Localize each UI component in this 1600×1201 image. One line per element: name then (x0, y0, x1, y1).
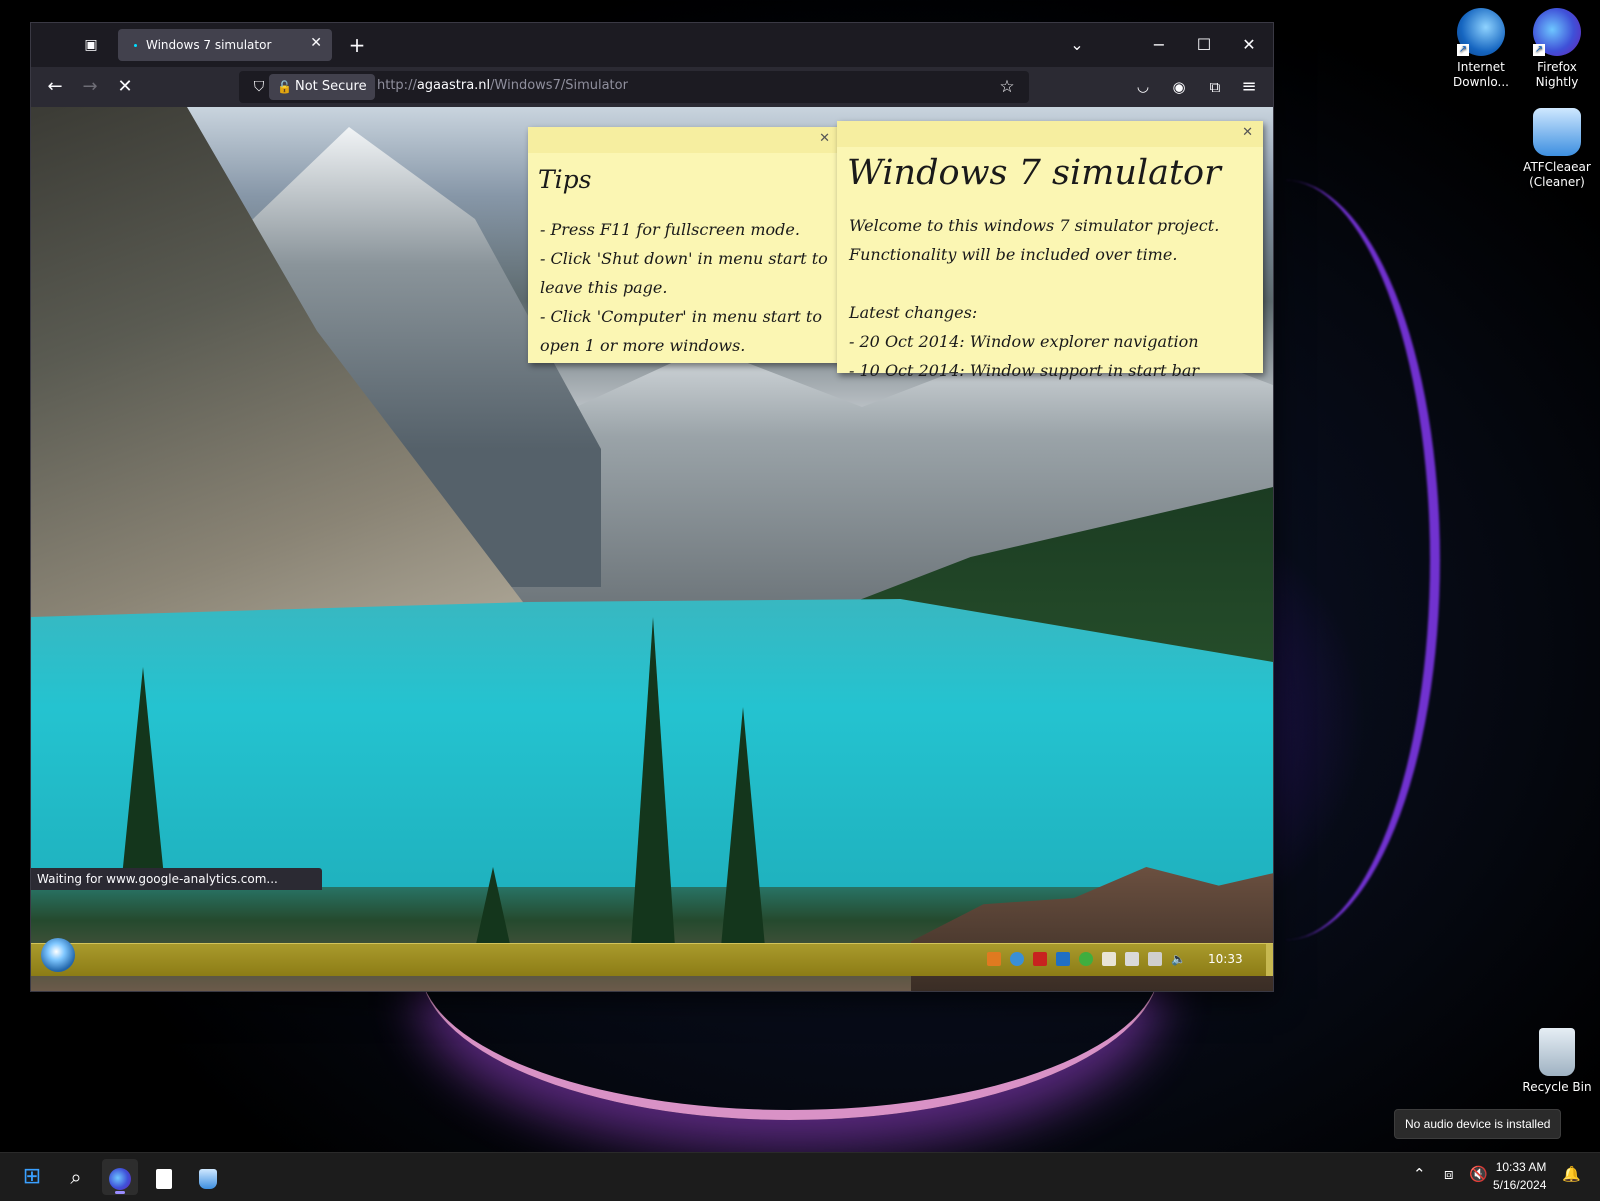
note-title: Windows 7 simulator (847, 153, 1221, 193)
navigation-toolbar: ← → ✕ ⛉ 🔓 Not Secure http://agaastra.nl/… (31, 67, 1273, 107)
desktop-icon-label: Recycle Bin (1522, 1080, 1592, 1094)
not-secure-label: Not Secure (295, 79, 367, 94)
tray-app-icon[interactable] (987, 952, 1001, 966)
win7-start-orb[interactable] (41, 938, 75, 972)
win7-clock[interactable]: 10:33 (1208, 952, 1243, 966)
wallpaper-tree (721, 707, 765, 947)
note-line: - 20 Oct 2014: Window explorer navigatio… (849, 332, 1199, 351)
tray-display-icon[interactable] (1148, 952, 1162, 966)
maximize-button[interactable]: ☐ (1190, 31, 1218, 59)
forward-button[interactable]: → (76, 73, 104, 101)
sticky-note-tips[interactable]: ✕ Tips - Press F11 for fullscreen mode. … (528, 127, 840, 363)
file-glyph-icon (156, 1168, 172, 1189)
close-note-icon[interactable]: ✕ (1242, 125, 1253, 140)
win7-show-desktop-button[interactable] (1266, 944, 1273, 976)
tab-bar: ▣ Windows 7 simulator ✕ + ⌄ − ☐ ✕ (31, 23, 1273, 67)
atf-cleaner-icon (1533, 108, 1581, 156)
notification-bell-icon[interactable]: 🔔 (1562, 1165, 1581, 1183)
close-window-button[interactable]: ✕ (1235, 31, 1263, 59)
shortcut-arrow-icon: ↗ (1533, 44, 1545, 56)
loading-dot-icon (134, 44, 137, 47)
start-windows-icon[interactable]: ⊞ (14, 1159, 50, 1195)
shortcut-arrow-icon: ↗ (1457, 44, 1469, 56)
hamburger-menu-icon[interactable]: ≡ (1235, 73, 1263, 101)
clock-date: 5/16/2024 (1493, 1178, 1547, 1192)
network-icon[interactable]: ⧈ (1444, 1165, 1454, 1183)
note-line: - Click 'Computer' in menu start to open… (540, 307, 822, 355)
desktop-icon-atf-cleaner[interactable]: ATFCleaear (Cleaner) (1517, 108, 1597, 190)
atf-cleaner-glyph-icon (199, 1168, 217, 1189)
note-line: - 10 Oct 2014: Window support in start b… (849, 361, 1200, 380)
note-title: Tips (538, 165, 592, 194)
account-icon[interactable]: ◉ (1165, 73, 1193, 101)
wallpaper-tree (631, 617, 675, 947)
tab-title: Windows 7 simulator (146, 38, 272, 52)
tray-pdf-icon[interactable] (1033, 952, 1047, 966)
status-panel: Waiting for www.google-analytics.com... (31, 868, 322, 890)
recycle-bin-icon (1539, 1028, 1575, 1076)
audio-tooltip: No audio device is installed (1394, 1109, 1562, 1139)
windows-taskbar: ⊞ ⌕ ⌃ ⧈ 🔇 10:33 AM 5/16/2024 🔔 (0, 1152, 1600, 1201)
url-domain: agaastra.nl (416, 78, 491, 93)
bookmark-star-icon[interactable]: ☆ (993, 73, 1021, 101)
tab-windows7-simulator[interactable]: Windows 7 simulator ✕ (118, 29, 332, 61)
note-line: - Press F11 for fullscreen mode. (540, 220, 800, 239)
pocket-icon[interactable]: ◡ (1129, 73, 1157, 101)
clock-time: 10:33 AM (1495, 1160, 1547, 1174)
tray-network-icon[interactable] (1010, 952, 1024, 966)
note-body: Welcome to this windows 7 simulator proj… (849, 211, 1259, 385)
close-note-icon[interactable]: ✕ (819, 131, 830, 146)
taskbar-file-icon[interactable] (146, 1159, 182, 1195)
site-security-indicator[interactable]: 🔓 Not Secure (269, 74, 375, 100)
firefox-window: ▣ Windows 7 simulator ✕ + ⌄ − ☐ ✕ ← → ✕ … (31, 23, 1273, 991)
list-all-tabs-chevron-icon[interactable]: ⌄ (1063, 31, 1091, 59)
idm-icon: ↗ (1457, 8, 1505, 56)
note-line: Functionality will be included over time… (849, 245, 1178, 264)
note-line: Welcome to this windows 7 simulator proj… (849, 216, 1220, 235)
desktop-icon-label: Firefox Nightly (1535, 60, 1579, 89)
note-line: - Click 'Shut down' in menu start to lea… (540, 249, 828, 297)
stop-loading-button[interactable]: ✕ (111, 73, 139, 101)
url-path: /Windows7/Simulator (490, 78, 628, 93)
insecure-lock-icon: 🔓 (277, 80, 292, 94)
note-body: - Press F11 for fullscreen mode. - Click… (540, 215, 836, 360)
close-tab-icon[interactable]: ✕ (310, 35, 322, 51)
speaker-muted-icon[interactable]: 🔇 (1469, 1165, 1488, 1183)
desktop-icon-label: ATFCleaear (Cleaner) (1523, 160, 1591, 189)
wallpaper-tree (121, 667, 165, 887)
win7-taskbar: 🔈 10:33 (31, 938, 1273, 976)
sticky-note-welcome[interactable]: ✕ Windows 7 simulator Welcome to this wi… (837, 121, 1263, 380)
taskbar-firefox-nightly-icon[interactable] (102, 1159, 138, 1195)
desktop-icon-firefox-nightly[interactable]: ↗ Firefox Nightly (1517, 8, 1597, 90)
extensions-puzzle-icon[interactable]: ⧉ (1201, 73, 1229, 101)
url-prefix: http:// (377, 78, 417, 93)
desktop-icon-recycle-bin[interactable]: Recycle Bin (1517, 1028, 1597, 1095)
firefox-nightly-icon: ↗ (1533, 8, 1581, 56)
desktop-icon-idm[interactable]: ↗ Internet Downlo... (1441, 8, 1521, 90)
new-tab-button[interactable]: + (343, 31, 371, 59)
note-line: Latest changes: (849, 303, 978, 322)
tray-volume-icon[interactable]: 🔈 (1171, 952, 1186, 966)
show-hidden-icons-chevron-icon[interactable]: ⌃ (1413, 1165, 1426, 1183)
tray-device-icon[interactable] (1125, 952, 1139, 966)
url-bar[interactable]: ⛉ 🔓 Not Secure http://agaastra.nl/Window… (239, 71, 1029, 103)
back-button[interactable]: ← (41, 73, 69, 101)
page-content: ✕ Tips - Press F11 for fullscreen mode. … (31, 107, 1273, 991)
firefox-view-icon[interactable]: ▣ (77, 31, 105, 59)
tray-flag-icon[interactable] (1102, 952, 1116, 966)
desktop-icon-label: Internet Downlo... (1453, 60, 1509, 89)
note-line (849, 269, 1259, 298)
search-icon[interactable]: ⌕ (58, 1159, 94, 1195)
note-header (528, 127, 840, 153)
url-text[interactable]: http://agaastra.nl/Windows7/Simulator (377, 78, 628, 93)
note-header (837, 121, 1263, 147)
tray-security-icon[interactable] (1079, 952, 1093, 966)
taskbar-atf-cleaner-icon[interactable] (190, 1159, 226, 1195)
firefox-nightly-glyph-icon (109, 1167, 131, 1190)
tray-outlook-icon[interactable] (1056, 952, 1070, 966)
minimize-button[interactable]: − (1145, 31, 1173, 59)
taskbar-clock[interactable]: 10:33 AM 5/16/2024 (1493, 1158, 1546, 1194)
